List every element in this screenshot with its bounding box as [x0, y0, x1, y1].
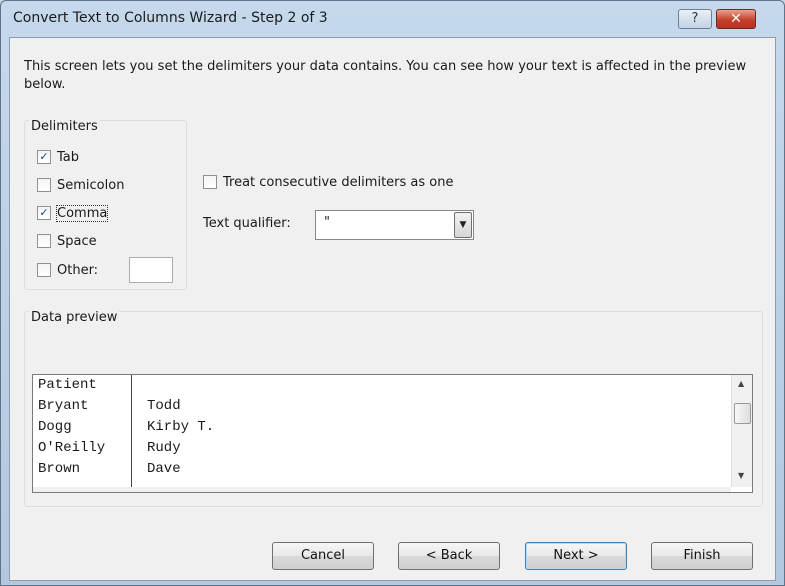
intro-text: This screen lets you set the delimiters … — [24, 59, 747, 92]
close-x-icon: ✕ — [730, 11, 742, 27]
consecutive-checkbox-row[interactable]: Treat consecutive delimiters as one — [203, 173, 453, 191]
space-checkbox[interactable] — [37, 234, 51, 248]
space-checkbox-label: Space — [57, 233, 97, 249]
semicolon-checkbox-label: Semicolon — [57, 177, 125, 193]
preview-cell: Patient — [38, 377, 97, 393]
vertical-scroll-thumb[interactable] — [734, 403, 751, 424]
chevron-down-icon[interactable]: ▼ — [454, 212, 472, 238]
scroll-right-arrow-icon[interactable]: ▶ — [713, 490, 719, 492]
preview-cell: Todd — [147, 398, 181, 414]
scroll-down-arrow-icon[interactable]: ▼ — [738, 471, 744, 480]
preview-cell: Dave — [147, 461, 181, 477]
next-button[interactable]: Next > — [525, 542, 627, 570]
wizard-window: Convert Text to Columns Wizard - Step 2 … — [0, 0, 785, 586]
text-qualifier-select[interactable]: " ▼ — [315, 210, 474, 240]
close-button[interactable]: ✕ — [716, 9, 756, 29]
column-break-line[interactable] — [131, 375, 132, 487]
other-checkbox[interactable] — [37, 263, 51, 277]
other-checkbox-row[interactable]: Other: — [37, 261, 98, 279]
preview-cell: Dogg — [38, 419, 72, 435]
question-mark-icon: ? — [691, 11, 699, 26]
comma-checkbox[interactable]: ✓ — [37, 206, 51, 220]
tab-checkbox-label: Tab — [57, 149, 80, 165]
preview-cell: Brown — [38, 461, 81, 477]
cancel-button[interactable]: Cancel — [272, 542, 374, 570]
scroll-left-arrow-icon[interactable]: ◀ — [39, 490, 45, 492]
data-preview-pane[interactable]: Patient Bryant Dogg O'Reilly Brown Todd … — [32, 374, 753, 493]
other-delimiter-input[interactable] — [129, 257, 173, 283]
consecutive-checkbox[interactable] — [203, 175, 217, 189]
data-preview-label: Data preview — [29, 310, 120, 326]
tab-checkbox-row[interactable]: ✓ Tab — [37, 148, 79, 166]
preview-cell: Bryant — [38, 398, 89, 414]
comma-checkbox-row[interactable]: ✓ Comma — [37, 204, 109, 222]
semicolon-checkbox[interactable] — [37, 178, 51, 192]
title-bar[interactable]: Convert Text to Columns Wizard - Step 2 … — [1, 1, 784, 35]
vertical-scrollbar[interactable]: ▲ ▼ — [731, 375, 752, 487]
text-qualifier-label: Text qualifier: — [203, 216, 291, 231]
horizontal-scrollbar[interactable]: ◀ ▶ — [33, 487, 731, 492]
tab-checkbox[interactable]: ✓ — [37, 150, 51, 164]
consecutive-checkbox-label: Treat consecutive delimiters as one — [223, 174, 454, 190]
preview-cell: O'Reilly — [38, 440, 106, 456]
help-button[interactable]: ? — [678, 9, 712, 29]
delimiters-group-label: Delimiters — [29, 119, 100, 135]
window-title: Convert Text to Columns Wizard - Step 2 … — [13, 10, 328, 26]
preview-cell: Kirby T. — [147, 419, 215, 435]
semicolon-checkbox-row[interactable]: Semicolon — [37, 176, 124, 194]
delimiters-group: Delimiters ✓ Tab Semicolon ✓ Comma Space… — [24, 119, 187, 290]
scroll-up-arrow-icon[interactable]: ▲ — [738, 379, 744, 388]
preview-cell: Rudy — [147, 440, 181, 456]
preview-column-1: Patient Bryant Dogg O'Reilly Brown — [38, 375, 105, 480]
preview-column-2: Todd Kirby T. Rudy Dave — [147, 375, 214, 480]
preview-cell — [147, 375, 214, 396]
dialog-body: This screen lets you set the delimiters … — [9, 37, 776, 581]
text-qualifier-value: " — [324, 215, 330, 230]
other-checkbox-label: Other: — [57, 262, 99, 278]
back-button[interactable]: < Back — [398, 542, 500, 570]
space-checkbox-row[interactable]: Space — [37, 232, 97, 250]
finish-button[interactable]: Finish — [651, 542, 753, 570]
comma-checkbox-label: Comma — [55, 204, 109, 222]
